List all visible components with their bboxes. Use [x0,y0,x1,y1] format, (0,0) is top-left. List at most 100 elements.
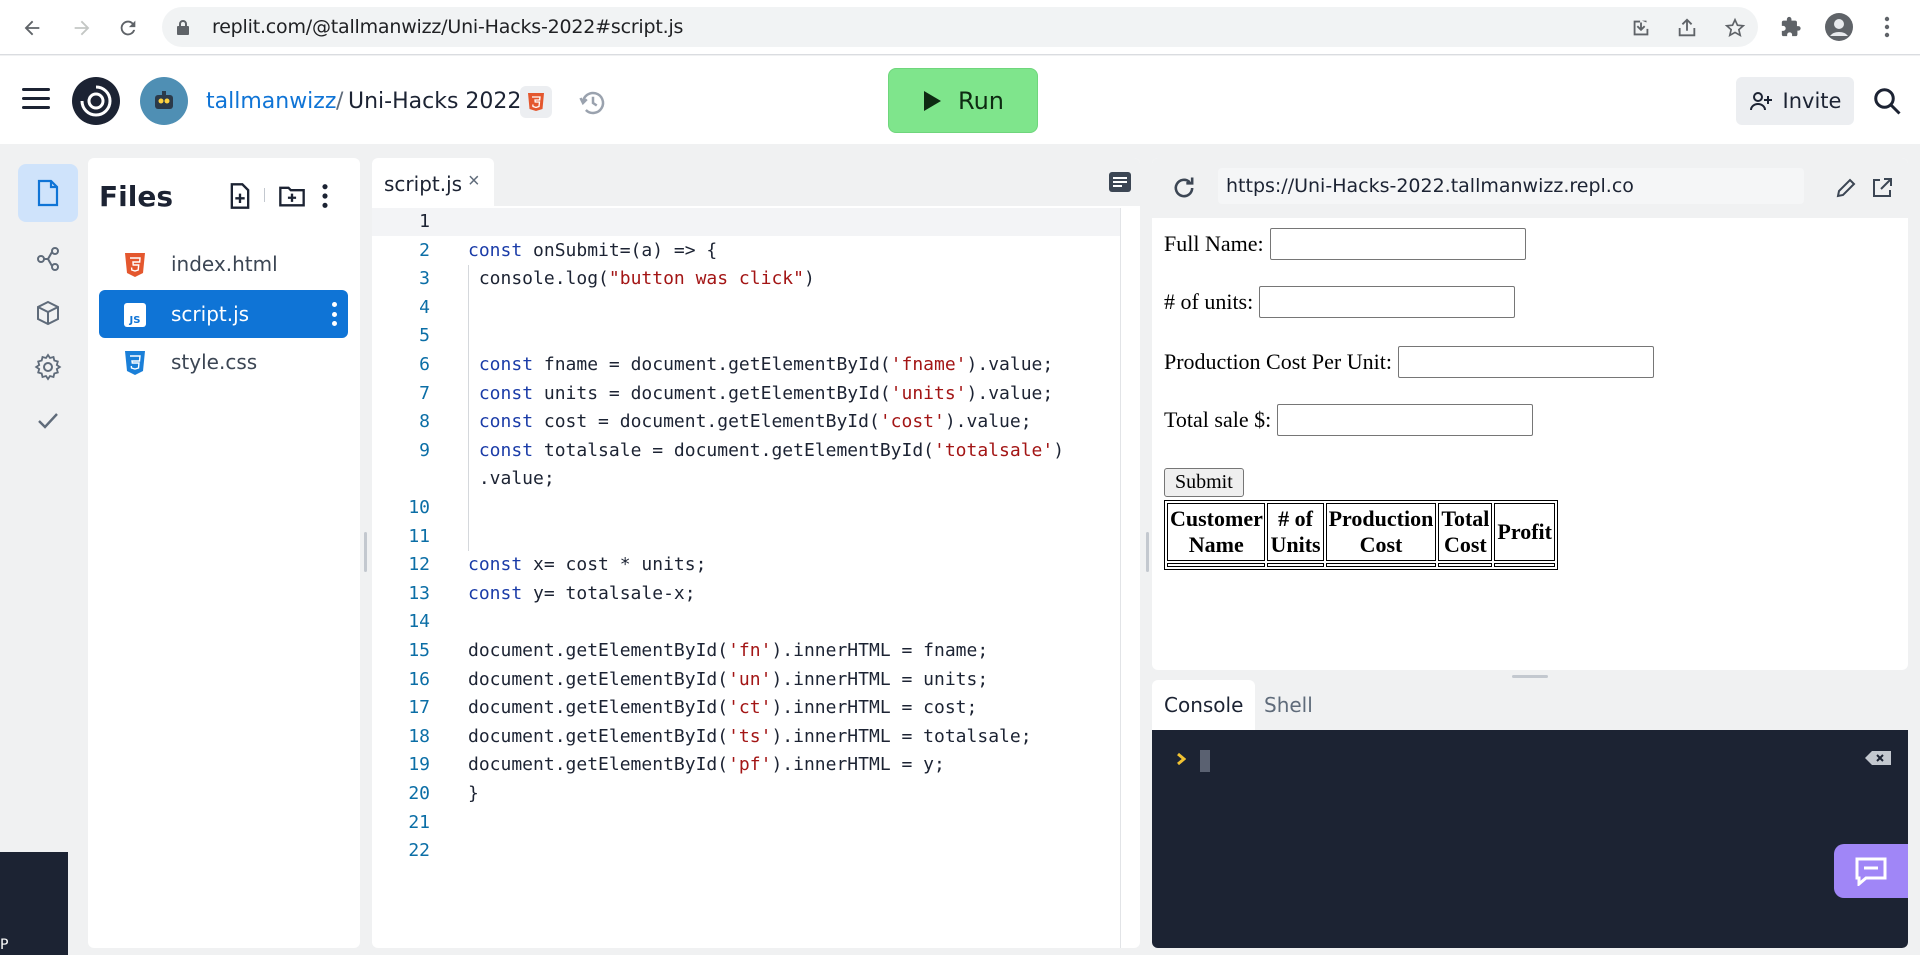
code-line[interactable]: 6 const fname = document.getElementById(… [372,351,1120,379]
editor-scrollbar[interactable] [1120,208,1121,948]
files-menu-icon[interactable] [320,182,330,210]
forward-button[interactable] [66,12,98,44]
vertical-resize-handle[interactable] [1512,675,1548,678]
console-cursor [1200,750,1210,772]
code-text: } [468,783,479,804]
code-line[interactable]: 2 const onSubmit=(a) => { [372,237,1120,265]
code-line[interactable]: 11 [372,523,1120,551]
close-icon[interactable]: × [468,170,480,193]
code-line[interactable]: 7 const units = document.getElementById(… [372,380,1120,408]
code-line[interactable]: 3 console.log("button was click") [372,265,1120,293]
html5-file-icon [125,253,145,277]
rail-packages[interactable] [18,284,78,342]
run-button[interactable]: Run [888,68,1038,133]
reload-icon [120,20,136,36]
pencil-icon[interactable] [1834,176,1858,200]
line-number: 8 [419,411,430,433]
line-number: 15 [408,640,430,661]
invite-button[interactable]: Invite [1736,77,1854,125]
console-panel[interactable] [1152,730,1908,948]
repl-name[interactable]: Uni-Hacks 2022 [348,89,521,114]
code-line[interactable]: 18 document.getElementById('ts').innerHTM… [372,723,1120,751]
cost-input[interactable] [1397,346,1654,378]
code-line[interactable]: .value; [372,465,1120,493]
code-line[interactable]: 1 [372,208,1120,236]
play-icon [923,90,941,111]
code-line[interactable]: 19 document.getElementById('pf').innerHTM… [372,751,1120,779]
file-options-icon[interactable] [332,302,338,326]
open-new-tab-icon[interactable] [1870,176,1894,200]
extensions-button[interactable] [1776,12,1806,42]
prompt-icon [1177,752,1186,766]
chat-button[interactable] [1834,844,1908,898]
code-area[interactable]: 1 2 const onSubmit=(a) => {3 console.log("… [372,208,1120,948]
browser-menu-button[interactable] [1872,12,1902,42]
line-number: 12 [408,554,430,576]
rail-tests[interactable] [18,392,78,450]
hamburger-menu-icon[interactable] [22,88,50,110]
field-label: # of units: [1164,289,1254,314]
repl-avatar[interactable] [140,77,188,125]
tab-script-js[interactable]: script.js × [372,158,494,206]
rail-version-control[interactable] [18,230,78,288]
code-line[interactable]: 21 [372,809,1120,837]
reload-icon[interactable] [1170,174,1198,202]
repl-owner-link[interactable]: tallmanwizz [206,89,336,114]
form-row-units: # of units: [1164,286,1516,318]
code-line[interactable]: 12 const x= cost * units; [372,551,1120,579]
install-app-icon[interactable] [1630,17,1652,39]
full-name-input[interactable] [1269,228,1526,260]
code-line[interactable]: 8 const cost = document.getElementById('… [372,408,1120,436]
file-item-index-html[interactable]: index.html [99,240,348,288]
code-line[interactable]: 14 [372,608,1120,636]
code-line[interactable]: 13 const y= totalsale-x; [372,580,1120,608]
code-line[interactable]: 20} [372,780,1120,808]
bookmark-star-icon[interactable] [1724,17,1746,39]
share-icon[interactable] [1676,17,1698,39]
code-line[interactable]: 5 [372,322,1120,350]
new-file-icon[interactable] [226,182,254,210]
git-branch-icon [37,247,59,271]
file-item-style-css[interactable]: style.css [99,338,348,386]
editor-tab-bar: script.js × [372,158,1140,206]
files-title: Files [99,180,173,213]
svg-text:JS: JS [129,315,141,326]
rail-settings[interactable] [18,338,78,396]
code-line[interactable]: 17 document.getElementById('ct').innerHTM… [372,694,1120,722]
back-button[interactable] [16,12,48,44]
new-folder-icon[interactable] [278,182,306,210]
chat-bubble-icon [1855,857,1887,886]
code-line[interactable]: 9 const totalsale = document.getElementB… [372,437,1120,465]
webview-url[interactable]: https://Uni-Hacks-2022.tallmanwizz.repl.… [1218,168,1804,204]
file-item-script-js[interactable]: JS script.js [99,290,348,338]
units-input[interactable] [1259,286,1516,318]
form-row-cost: Production Cost Per Unit: [1164,346,1654,378]
html5-language-icon[interactable] [520,86,552,118]
table-header-cell: Total Cost [1438,503,1493,561]
tab-console[interactable]: Console [1152,680,1256,730]
panel-resize-handle[interactable] [1146,532,1149,572]
rail-files[interactable] [18,164,78,222]
total-sale-input[interactable] [1277,404,1534,436]
search-icon[interactable] [1872,86,1902,116]
clear-console-icon[interactable] [1864,750,1892,766]
profile-avatar-icon [1825,13,1853,41]
address-bar[interactable]: replit.com/@tallmanwizz/Uni-Hacks-2022#s… [162,7,1758,47]
editor-options-icon[interactable] [1108,170,1132,194]
file-icon [37,179,59,207]
replit-logo-icon[interactable] [72,77,120,125]
submit-button[interactable]: Submit [1164,468,1244,497]
code-line[interactable]: 16 document.getElementById('un').innerHTM… [372,666,1120,694]
history-icon[interactable] [578,88,608,118]
code-line[interactable]: 22 [372,837,1120,865]
table-header-row: Customer Name # of Units Production Cost… [1167,503,1555,561]
reload-button[interactable] [112,12,144,44]
tab-shell[interactable]: Shell [1252,680,1325,730]
profile-button[interactable] [1824,12,1854,42]
code-line[interactable]: 4 [372,294,1120,322]
code-text: .value; [468,468,555,490]
line-number: 20 [408,783,430,804]
panel-resize-handle[interactable] [364,532,367,572]
code-line[interactable]: 10 [372,494,1120,522]
code-line[interactable]: 15 document.getElementById('fn').innerHTM… [372,637,1120,665]
